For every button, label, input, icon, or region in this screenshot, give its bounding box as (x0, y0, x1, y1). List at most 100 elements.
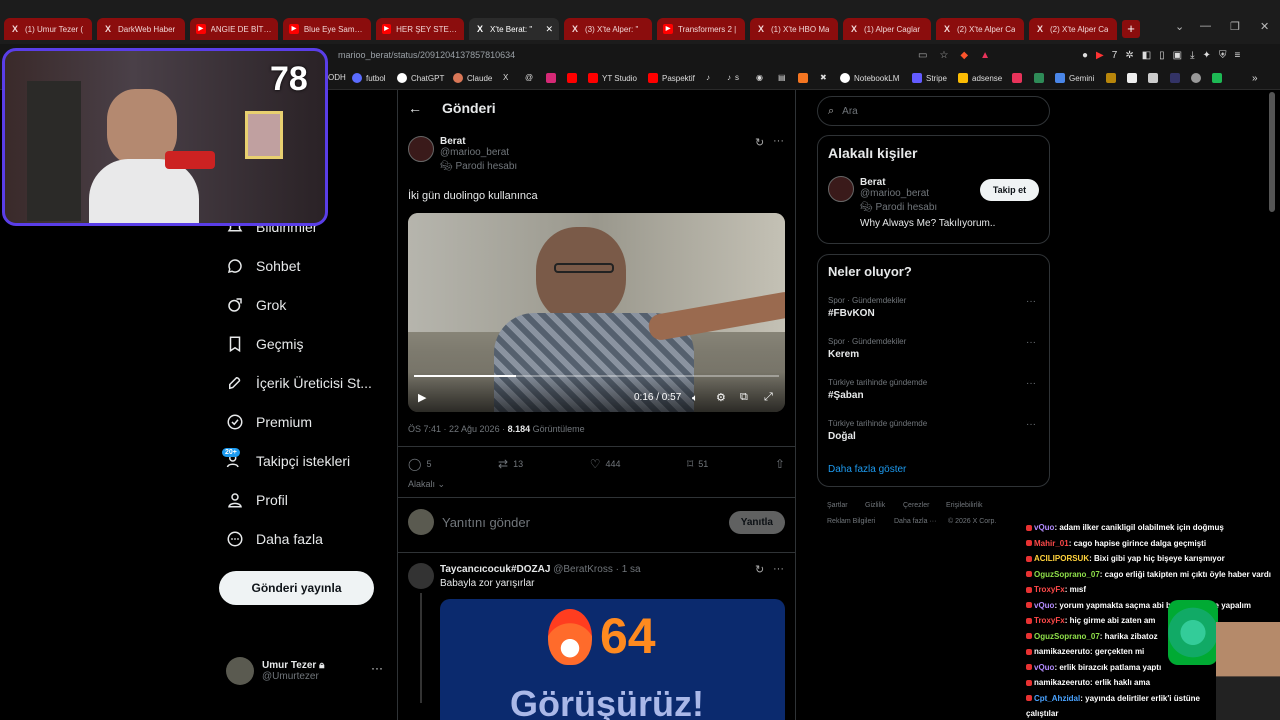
bookmark-item[interactable]: Gemini (1055, 73, 1094, 83)
search-input[interactable]: ⌕ Ara (817, 96, 1050, 126)
chat-username[interactable]: Mahir_01 (1034, 539, 1069, 548)
bookmark-item[interactable]: ChatGPT (397, 73, 444, 83)
extension-icon[interactable]: ◧ (1142, 50, 1151, 61)
bookmark-item[interactable] (1034, 73, 1048, 83)
bookmark-threads[interactable]: @ (525, 73, 533, 82)
avatar[interactable] (408, 563, 434, 589)
bookmark-action[interactable]: ⌑ 51 (687, 457, 708, 471)
chat-username[interactable]: vQuo (1034, 523, 1054, 532)
nav-chat[interactable]: Sohbet (226, 257, 300, 275)
chat-username[interactable]: vQuo (1034, 663, 1054, 672)
bookmark-item[interactable]: futbol (352, 73, 386, 83)
brave-rewards-icon[interactable]: ▲ (980, 50, 990, 61)
author-handle[interactable]: @marioo_berat (440, 147, 517, 158)
picture-in-picture-icon[interactable]: ⧉ (740, 391, 748, 404)
more-options-icon[interactable]: ··· (773, 563, 784, 575)
bookmark-star-icon[interactable]: ☆ (939, 50, 948, 61)
bookmark-item[interactable] (1191, 73, 1205, 83)
retweet-action[interactable]: ⇄ 13 (498, 457, 523, 471)
new-tab-button[interactable]: + (1122, 20, 1140, 38)
more-options-icon[interactable]: ··· (371, 661, 383, 675)
reply-action[interactable]: ◯ 5 (408, 457, 431, 471)
bookmark-item[interactable] (1106, 73, 1120, 83)
chat-username[interactable]: TroxyFx (1034, 585, 1065, 594)
chat-username[interactable]: namikazeeruto (1034, 678, 1090, 687)
bookmark-item[interactable] (1212, 73, 1226, 83)
bookmark-item[interactable]: adsense (958, 73, 1002, 83)
tab-4[interactable]: ▶ Blue Eye Samura (283, 18, 371, 40)
grok-explain-icon[interactable]: ↻ (755, 136, 764, 149)
brave-shield-icon[interactable]: ◆ (960, 50, 968, 61)
tab-8[interactable]: ▶ Transformers 2 | (657, 18, 745, 40)
volume-icon[interactable]: 🔈︎ (692, 393, 698, 404)
grok-explain-icon[interactable]: ↻ (755, 563, 764, 576)
close-tab-icon[interactable]: ✕ (541, 24, 553, 35)
chat-username[interactable]: vQuo (1034, 601, 1054, 610)
bookmark-instagram[interactable] (546, 73, 560, 83)
nav-grok[interactable]: Grok (226, 296, 286, 314)
more-bookmarks-icon[interactable]: » (1252, 73, 1258, 84)
more-options-icon[interactable]: ··· (1026, 378, 1036, 389)
tab-3[interactable]: ▶ ANGIE DE BİTTİ ! (190, 18, 278, 40)
trend-item[interactable]: Spor · Gündemdekiler #FBvKON (828, 296, 906, 319)
sort-replies-dropdown[interactable]: Alakalı ⌄ (408, 479, 445, 490)
maximize-icon[interactable]: ❐ (1230, 20, 1240, 33)
settings-icon[interactable]: ⚙ (716, 391, 726, 404)
nav-follow-requests[interactable]: Takipçi istekleri (226, 452, 350, 470)
bookmark-item[interactable]: ODH (328, 73, 346, 82)
back-arrow-icon[interactable]: ← (408, 100, 422, 116)
video-progress-track[interactable] (414, 375, 779, 377)
tab-9[interactable]: X (1) X'te HBO Ma (750, 18, 838, 40)
footer-link[interactable]: Erişilebilirlik (946, 502, 983, 509)
avatar[interactable] (408, 136, 434, 162)
footer-link[interactable]: Reklam Bilgileri (827, 518, 875, 525)
puzzle-icon[interactable]: ✲ (1125, 50, 1133, 61)
trend-item[interactable]: Türkiye tarihinde gündemde Doğal (828, 419, 927, 442)
chat-username[interactable]: TroxyFx (1034, 616, 1065, 625)
tab-10[interactable]: X (1) Alper Caglar (843, 18, 931, 40)
footer-link[interactable]: Şartlar (827, 502, 848, 509)
bookmark-item[interactable] (1148, 73, 1162, 83)
url-field[interactable]: marioo_berat/status/2091204137857810634 (338, 50, 515, 60)
fullscreen-icon[interactable]: ⤢ (764, 391, 773, 404)
bookmark-tiktok[interactable]: ♪ (706, 73, 710, 82)
reply-input[interactable]: Yanıtını gönder (442, 515, 729, 530)
video-player[interactable]: ▶ 0:16 / 0:57 🔈︎ ⚙ ⧉ ⤢ (408, 213, 785, 412)
more-options-icon[interactable]: ··· (1026, 296, 1036, 307)
tab-7[interactable]: X (3) X'te Alper: " (564, 18, 652, 40)
show-more-link[interactable]: Daha fazla göster (828, 464, 906, 475)
nav-profile[interactable]: Profil (226, 491, 288, 509)
like-action[interactable]: ♡ 444 (590, 457, 621, 471)
nav-history[interactable]: Geçmiş (226, 335, 303, 353)
publish-post-button[interactable]: Gönderi yayınla (219, 571, 374, 605)
author-name[interactable]: Taycancıcocuk#DOZAJ (440, 564, 550, 575)
more-options-icon[interactable]: ··· (773, 135, 784, 147)
chat-username[interactable]: Cpt_Ahzidal (1034, 694, 1080, 703)
nav-more[interactable]: Daha fazla (226, 530, 323, 548)
close-window-icon[interactable]: ✕ (1260, 20, 1269, 33)
bookmark-item[interactable]: NotebookLM (840, 73, 899, 83)
vpn-icon[interactable]: ⛨ (1219, 50, 1227, 61)
menu-icon[interactable]: ≡ (1234, 50, 1240, 61)
download-icon[interactable]: ⤓ (1190, 50, 1194, 61)
footer-link[interactable]: Daha fazla ··· (894, 518, 936, 525)
trend-item[interactable]: Spor · Gündemdekiler Kerem (828, 337, 906, 360)
bookmark-item[interactable]: ◉ (756, 73, 763, 82)
bookmark-item[interactable]: Paspektif (648, 73, 695, 83)
tab-1[interactable]: X (1) Umur Tezer ( (4, 18, 92, 40)
nav-creator-studio[interactable]: İçerik Üreticisi St... (226, 374, 372, 392)
chat-username[interactable]: ACILIPORSUK (1034, 554, 1089, 563)
tab-11[interactable]: X (2) X'te Alper Ca (936, 18, 1024, 40)
extension-icon[interactable]: ● (1082, 50, 1088, 61)
leo-ai-icon[interactable]: ✦ (1203, 50, 1211, 61)
bookmark-item[interactable] (798, 73, 812, 83)
bookmark-item[interactable] (1127, 73, 1141, 83)
tab-2[interactable]: X DarkWeb Haber (97, 18, 185, 40)
tweet-timestamp[interactable]: ÖS 7:41 · 22 Ağu 2026 · (408, 424, 508, 434)
reply-image[interactable]: 64 Görüşürüz! (440, 599, 785, 720)
tab-active[interactable]: X X'te Berat: " ✕ (469, 18, 559, 40)
more-options-icon[interactable]: ··· (1026, 419, 1036, 430)
trend-item[interactable]: Türkiye tarihinde gündemde #Şaban (828, 378, 927, 401)
youtube-extension-icon[interactable]: ▶ (1096, 50, 1104, 61)
tab-5[interactable]: ▶ HER ŞEY STEVE ! (376, 18, 464, 40)
